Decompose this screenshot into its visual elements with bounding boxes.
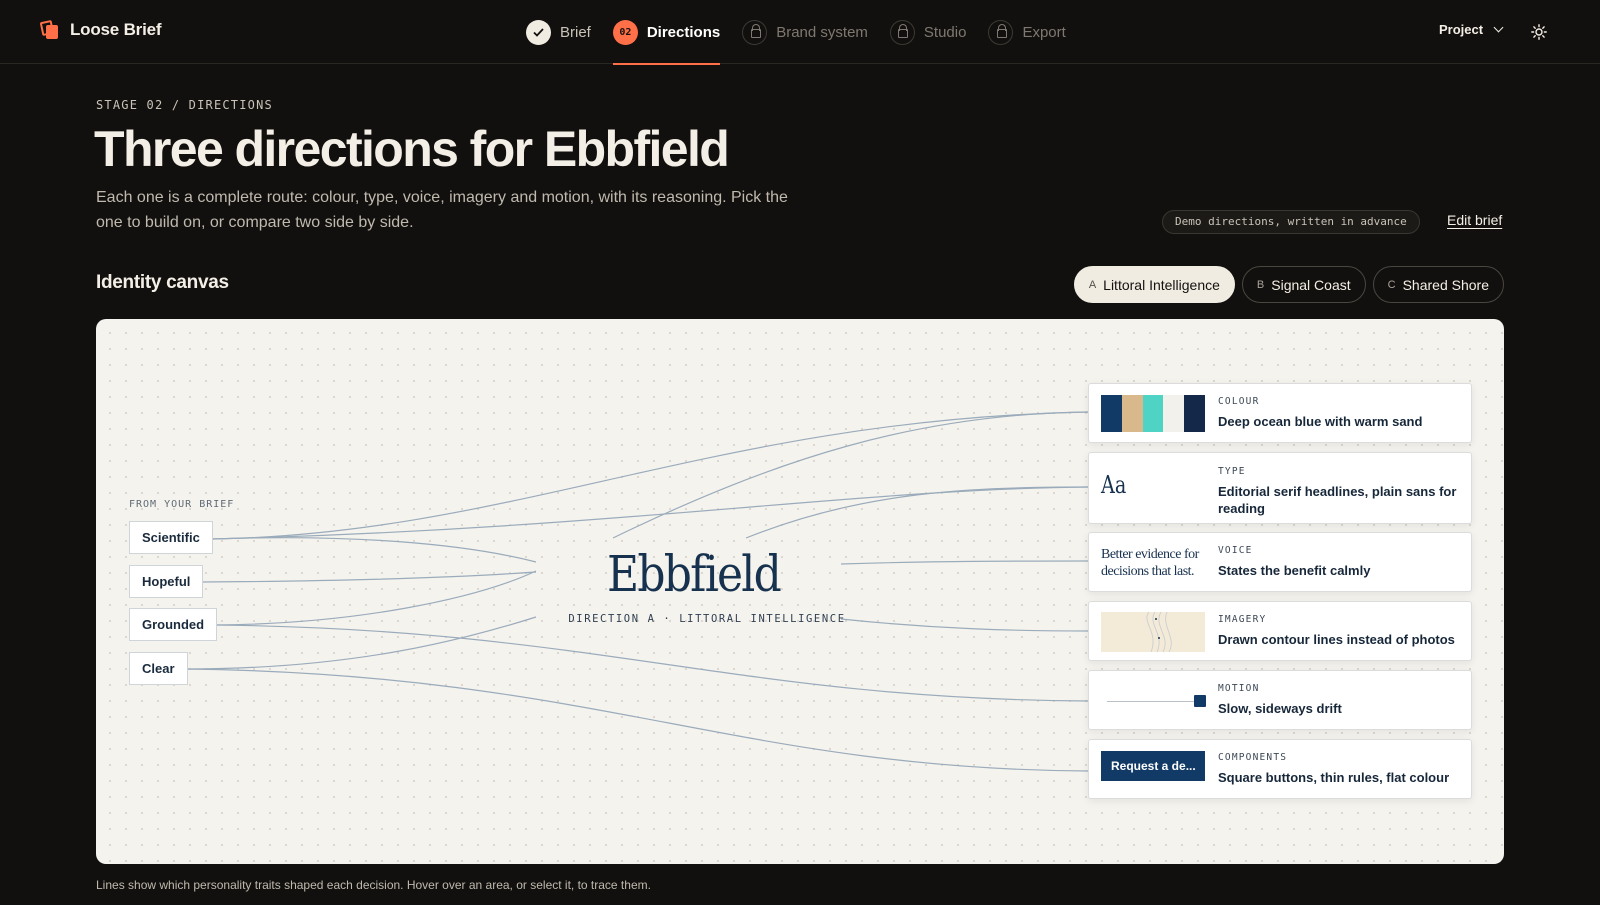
direction-label: Shared Shore <box>1402 276 1489 293</box>
edit-brief-link[interactable]: Edit brief <box>1447 212 1502 228</box>
stage-label: STAGE 02 / DIRECTIONS <box>96 98 273 112</box>
chevron-down-icon <box>1493 22 1504 33</box>
step-label: Export <box>1022 23 1066 41</box>
stage-stepper: Brief 02 Directions Brand system Studio … <box>526 0 1088 65</box>
decision-card-motion[interactable]: MOTION Slow, sideways drift <box>1088 670 1472 730</box>
swatch <box>1163 395 1185 432</box>
swatch <box>1184 395 1205 432</box>
section-title: Identity canvas <box>96 272 229 293</box>
decision-caption: IMAGERY <box>1218 614 1267 625</box>
decision-value: Deep ocean blue with warm sand <box>1218 414 1423 429</box>
from-brief-label: FROM YOUR BRIEF <box>129 499 235 510</box>
trait-chip[interactable]: Clear <box>129 652 188 685</box>
project-label: Project <box>1439 22 1484 37</box>
motion-dot <box>1194 695 1206 707</box>
trait-chip[interactable]: Grounded <box>129 608 218 641</box>
decision-caption: VOICE <box>1218 545 1253 556</box>
decision-value: Slow, sideways drift <box>1218 701 1342 716</box>
canvas-footnote: Lines show which personality traits shap… <box>96 878 651 892</box>
contour-thumbnail <box>1101 611 1205 653</box>
identity-canvas[interactable]: FROM YOUR BRIEF Scientific Hopeful Groun… <box>96 319 1504 864</box>
decision-value: Drawn contour lines instead of photos <box>1218 632 1455 647</box>
direction-key: A <box>1088 278 1097 291</box>
step-studio[interactable]: Studio <box>889 0 967 64</box>
check-icon <box>526 19 551 45</box>
tab-direction-b[interactable]: B Signal Coast <box>1241 266 1366 303</box>
step-label: Brand system <box>776 23 868 41</box>
step-number: 02 <box>612 19 638 45</box>
decision-card-voice[interactable]: Better evidence for decisions that last.… <box>1088 532 1472 592</box>
trait-chip[interactable]: Scientific <box>129 521 213 554</box>
app-name: Loose Brief <box>70 20 162 39</box>
decision-value: Square buttons, thin rules, flat colour <box>1218 770 1450 785</box>
sample-button[interactable]: Request a de... <box>1101 751 1205 781</box>
voice-sample: Better evidence for decisions that last. <box>1101 547 1199 579</box>
decision-card-colour[interactable]: COLOUR Deep ocean blue with warm sand <box>1088 383 1472 443</box>
step-brief[interactable]: Brief <box>526 0 591 64</box>
direction-label: Signal Coast <box>1271 276 1351 293</box>
page-description: Each one is a complete route: colour, ty… <box>96 189 788 231</box>
decision-card-imagery[interactable]: IMAGERY Drawn contour lines instead of p… <box>1088 601 1472 661</box>
swatch <box>1101 395 1122 432</box>
type-sample: Aa <box>1101 471 1127 499</box>
demo-badge: Demo directions, written in advance <box>1162 210 1420 234</box>
project-menu[interactable]: Project <box>1439 22 1504 37</box>
lock-icon <box>898 24 909 38</box>
page-title: Three directions for Ebbfield <box>94 121 730 177</box>
motion-track <box>1107 701 1197 702</box>
tab-direction-a[interactable]: A Littoral Intelligence <box>1073 266 1235 303</box>
logo[interactable]: Loose Brief <box>39 19 162 40</box>
lock-icon <box>996 24 1007 38</box>
colour-swatches <box>1101 395 1205 432</box>
decision-value: Editorial serif headlines, plain sans fo… <box>1218 484 1457 516</box>
step-directions[interactable]: 02 Directions <box>612 0 721 65</box>
brand-wordmark: Ebbfield <box>607 545 782 603</box>
step-label: Studio <box>923 23 967 41</box>
theme-toggle-sun-icon[interactable] <box>1531 24 1547 40</box>
swatch <box>1121 395 1143 432</box>
step-brand-system[interactable]: Brand system <box>742 0 868 64</box>
direction-tabs: A Littoral Intelligence B Signal Coast C… <box>1073 266 1504 303</box>
swatch <box>1142 395 1164 432</box>
direction-key: C <box>1387 278 1396 291</box>
direction-key: B <box>1256 278 1265 291</box>
lock-icon <box>750 24 761 38</box>
decision-caption: COLOUR <box>1218 396 1260 407</box>
decision-card-components[interactable]: Request a de... COMPONENTS Square button… <box>1088 739 1472 799</box>
decision-card-type[interactable]: Aa TYPE Editorial serif headlines, plain… <box>1088 452 1472 524</box>
trait-chip[interactable]: Hopeful <box>129 565 204 598</box>
decision-caption: TYPE <box>1218 466 1246 477</box>
step-label: Directions <box>646 23 721 41</box>
decision-caption: COMPONENTS <box>1218 752 1288 763</box>
tab-direction-c[interactable]: C Shared Shore <box>1372 266 1504 303</box>
top-bar: Loose Brief Brief 02 Directions Brand sy… <box>0 0 1600 65</box>
step-label: Brief <box>560 23 591 41</box>
direction-label: Littoral Intelligence <box>1103 276 1220 293</box>
logo-icon <box>39 19 60 40</box>
decision-caption: MOTION <box>1218 683 1260 694</box>
direction-subtitle: DIRECTION A · LITTORAL INTELLIGENCE <box>568 613 846 625</box>
decision-value: States the benefit calmly <box>1218 563 1371 578</box>
step-export[interactable]: Export <box>988 0 1066 64</box>
